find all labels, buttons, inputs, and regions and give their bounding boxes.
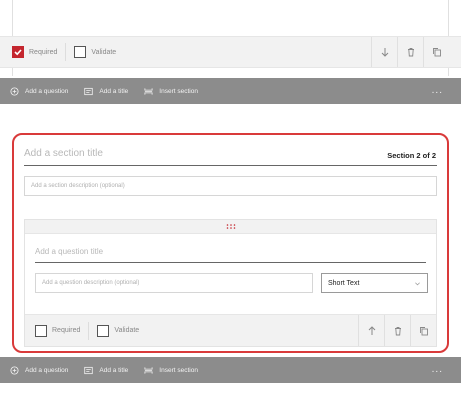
question-required-toggle[interactable]: Required (35, 315, 80, 346)
copy-icon (419, 326, 428, 335)
title-icon (84, 366, 94, 374)
add-title-button[interactable]: Add a title (84, 87, 128, 96)
copy-icon (432, 48, 441, 57)
add-question-label: Add a question (25, 366, 69, 374)
previous-question-footer: Required Validate (0, 36, 461, 68)
insert-section-label: Insert section (159, 366, 198, 374)
insert-section-label: Insert section (159, 87, 198, 95)
question-validate-label: Validate (114, 327, 140, 334)
section-card: Add a section title Section 2 of 2 Add a… (12, 133, 449, 353)
validate-checkbox[interactable] (74, 46, 87, 58)
section-count: Section 2 of 2 (387, 151, 436, 160)
question-copy-button[interactable] (410, 315, 436, 346)
add-question-button[interactable]: Add a question (10, 86, 69, 96)
divider (65, 43, 67, 61)
plus-circle-icon (10, 365, 19, 375)
more-options-button[interactable]: ... (432, 365, 443, 375)
question-type-value: Short Text (328, 279, 360, 287)
insert-section-button[interactable]: Insert section (144, 87, 198, 96)
question-title-input[interactable]: Add a question title (35, 247, 103, 256)
move-down-button[interactable] (371, 37, 397, 67)
arrow-up-icon (368, 325, 375, 335)
delete-question-button[interactable] (397, 37, 423, 67)
question-validate-checkbox[interactable] (97, 324, 110, 337)
insert-section-icon (144, 87, 153, 95)
question-footer: Required Validate (25, 314, 436, 346)
insert-section-button[interactable]: Insert section (144, 366, 198, 375)
trash-icon (407, 48, 414, 57)
question-delete-button[interactable] (384, 315, 410, 346)
title-icon (84, 87, 94, 95)
add-title-label: Add a title (99, 87, 129, 95)
more-options-button[interactable]: ... (432, 86, 443, 96)
question-title-underline (35, 262, 426, 263)
question-type-select[interactable]: Short Text (321, 273, 428, 293)
insert-section-icon (144, 366, 153, 374)
question-validate-toggle[interactable]: Validate (97, 315, 139, 346)
drag-handle[interactable] (25, 220, 436, 234)
add-question-label: Add a question (25, 87, 69, 95)
move-up-button[interactable] (358, 315, 384, 346)
validate-label: Validate (91, 48, 117, 56)
section-description-input[interactable]: Add a section description (optional) (24, 176, 437, 196)
divider (88, 321, 90, 340)
section-title-input[interactable]: Add a section title (24, 148, 103, 159)
section-title-underline (24, 165, 437, 166)
add-question-button[interactable]: Add a question (10, 365, 69, 375)
add-title-button[interactable]: Add a title (84, 366, 128, 375)
chevron-down-icon (415, 282, 420, 285)
question-card: Add a question title Add a question desc… (24, 219, 437, 347)
validate-toggle[interactable]: Validate (74, 37, 116, 67)
question-required-label: Required (52, 327, 81, 334)
drag-handle-icon (226, 224, 235, 229)
copy-question-button[interactable] (423, 37, 449, 67)
add-title-label: Add a title (99, 366, 129, 374)
section-toolbar-1: Add a question Add a title Insert sectio… (0, 78, 461, 104)
required-toggle[interactable]: Required (12, 37, 57, 67)
question-description-input[interactable]: Add a question description (optional) (35, 273, 313, 293)
question-required-checkbox[interactable] (35, 324, 47, 337)
section-toolbar-2: Add a question Add a title Insert sectio… (0, 357, 461, 383)
required-label: Required (29, 48, 58, 56)
required-checkbox[interactable] (12, 46, 24, 58)
plus-circle-icon (10, 86, 19, 96)
arrow-down-icon (381, 48, 388, 57)
trash-icon (394, 326, 401, 335)
check-icon (14, 49, 22, 56)
